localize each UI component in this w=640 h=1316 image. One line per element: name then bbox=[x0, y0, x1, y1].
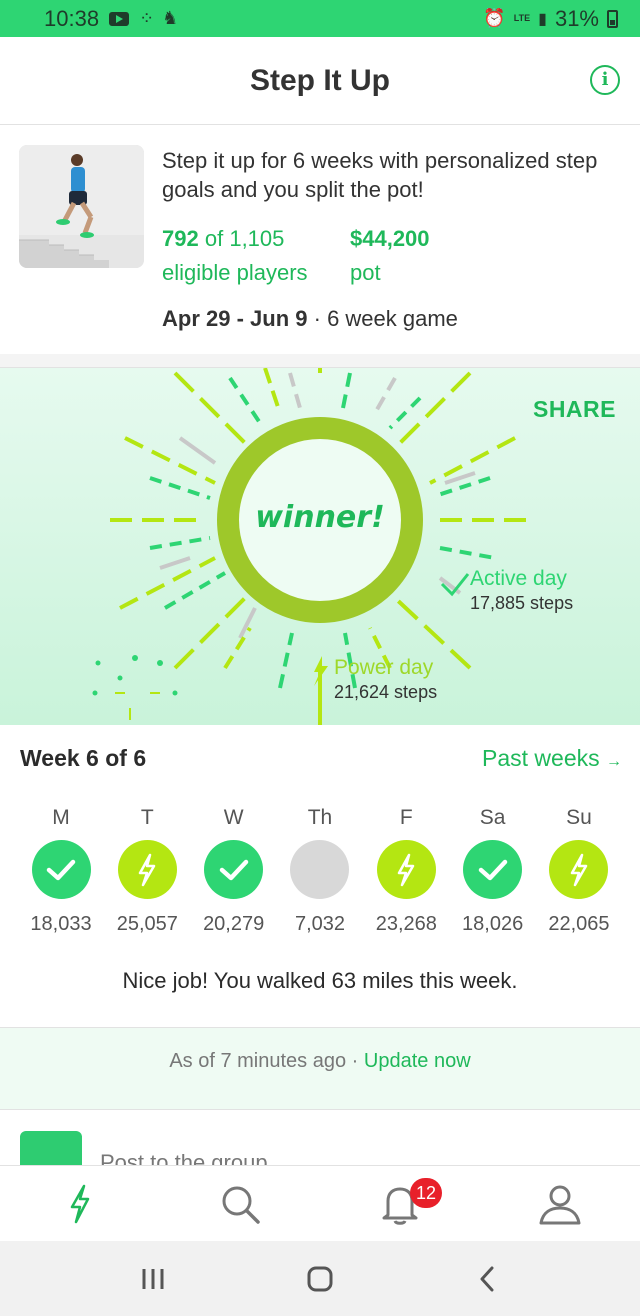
battery-icon bbox=[607, 9, 618, 28]
nav-search[interactable] bbox=[160, 1166, 320, 1241]
past-weeks-label: Past weeks bbox=[482, 745, 600, 771]
notification-icon: ♞ bbox=[162, 8, 179, 28]
day-label: W bbox=[223, 806, 244, 829]
pot-label: pot bbox=[350, 260, 381, 285]
date-range: Apr 29 - Jun 9 bbox=[162, 306, 308, 331]
active-day-steps: 17,885 steps bbox=[470, 593, 574, 613]
day-steps: 23,268 bbox=[375, 913, 437, 935]
power-day-steps: 21,624 steps bbox=[334, 682, 438, 702]
active-day-label: Active day bbox=[470, 567, 567, 590]
past-weeks-link[interactable]: Past weeks → bbox=[482, 745, 622, 772]
day-steps: 20,279 bbox=[203, 913, 265, 935]
alarm-icon: ⏰ bbox=[483, 8, 506, 28]
winner-text: winner! bbox=[255, 500, 385, 535]
bolt-icon bbox=[117, 840, 177, 899]
players-of: of bbox=[204, 226, 224, 251]
game-dates: Apr 29 - Jun 9 · 6 week game bbox=[162, 306, 458, 332]
post-placeholder: Post to the group bbox=[100, 1150, 268, 1165]
system-nav bbox=[0, 1241, 640, 1316]
update-time: As of 7 minutes ago bbox=[169, 1050, 347, 1072]
group-avatar bbox=[20, 1131, 82, 1165]
checkmark-icon bbox=[204, 840, 264, 899]
game-duration: 6 week game bbox=[327, 306, 458, 331]
status-bar: 10:38 ⁘ ♞ ⏰ LTE ▮ 31% bbox=[0, 0, 640, 37]
pot-amount: $44,200 bbox=[350, 226, 430, 251]
game-info-card: Step it up for 6 weeks with personalized… bbox=[0, 126, 640, 354]
week-days: M 18,033 T 25,057 W 20,279 Th 7,032 F 23… bbox=[18, 806, 622, 936]
game-thumbnail bbox=[19, 145, 144, 268]
checkmark-icon bbox=[31, 840, 91, 899]
day-column[interactable]: Th 7,032 bbox=[277, 806, 363, 936]
players-total: 1,105 bbox=[229, 226, 285, 251]
day-label: M bbox=[52, 806, 70, 829]
section-divider bbox=[0, 354, 640, 367]
share-button[interactable]: SHARE bbox=[533, 396, 616, 423]
home-button[interactable] bbox=[290, 1259, 350, 1299]
power-day-label: Power day bbox=[334, 656, 434, 679]
status-time: 10:38 bbox=[44, 5, 100, 31]
app-header: Step It Up i bbox=[0, 37, 640, 125]
day-steps: 7,032 bbox=[294, 913, 346, 935]
pot-stat: $44,200 pot bbox=[350, 222, 430, 290]
players-stat: 792 of 1,105 eligible players bbox=[162, 222, 308, 290]
arrow-right-icon: → bbox=[606, 753, 622, 770]
day-column[interactable]: Sa 18,026 bbox=[450, 806, 536, 936]
bottom-nav: 12 bbox=[0, 1165, 640, 1241]
day-label: T bbox=[140, 806, 154, 829]
day-label: Su bbox=[566, 806, 592, 829]
day-steps: 25,057 bbox=[116, 913, 178, 935]
day-label: Sa bbox=[479, 806, 506, 829]
battery-percent: 31% bbox=[554, 5, 599, 31]
recent-apps-button[interactable] bbox=[123, 1259, 183, 1299]
info-icon[interactable]: i bbox=[590, 65, 620, 95]
week-title: Week 6 of 6 bbox=[20, 745, 147, 771]
bolt-icon bbox=[549, 840, 609, 899]
day-column[interactable]: T 25,057 bbox=[104, 806, 190, 936]
home-icon bbox=[307, 1266, 333, 1291]
back-icon bbox=[480, 1266, 494, 1291]
recent-apps-icon bbox=[142, 1268, 164, 1289]
day-column[interactable]: M 18,033 bbox=[18, 806, 104, 936]
update-separator: · bbox=[351, 1050, 359, 1072]
signal-icon: ▮ bbox=[538, 10, 547, 28]
day-column[interactable]: Su 22,065 bbox=[536, 806, 622, 936]
day-steps: 22,065 bbox=[548, 913, 610, 935]
winner-hero: SHARE winner! Active day 17,885 steps Po… bbox=[0, 367, 640, 725]
page-title: Step It Up bbox=[250, 63, 390, 97]
day-steps: 18,026 bbox=[462, 913, 524, 935]
power-day-callout: Power day 21,624 steps bbox=[334, 656, 437, 704]
update-now-link[interactable]: Update now bbox=[364, 1050, 471, 1072]
players-label: eligible players bbox=[162, 260, 308, 285]
back-button[interactable] bbox=[457, 1259, 517, 1299]
youtube-icon bbox=[109, 11, 130, 26]
day-label: F bbox=[399, 806, 413, 829]
search-icon bbox=[222, 1186, 260, 1224]
nav-profile[interactable] bbox=[480, 1166, 640, 1241]
notifications-badge: 12 bbox=[410, 1178, 443, 1208]
week-summary: Nice job! You walked 63 miles this week. bbox=[122, 968, 518, 993]
nav-notifications[interactable]: 12 bbox=[320, 1166, 480, 1241]
profile-icon bbox=[539, 1185, 581, 1224]
lte-label: LTE bbox=[513, 13, 531, 23]
bolt-icon bbox=[376, 840, 436, 899]
bolt-icon bbox=[70, 1184, 90, 1223]
date-separator: · bbox=[313, 306, 321, 331]
fitbit-icon: ⁘ bbox=[139, 8, 154, 28]
update-bar: As of 7 minutes ago · Update now bbox=[0, 1027, 640, 1109]
checkmark-icon bbox=[463, 840, 523, 899]
post-composer[interactable]: Post to the group bbox=[0, 1109, 640, 1165]
day-label: Th bbox=[307, 806, 333, 829]
players-count: 792 bbox=[162, 226, 199, 251]
day-column[interactable]: F 23,268 bbox=[363, 806, 449, 936]
empty-day-icon bbox=[290, 840, 350, 899]
day-column[interactable]: W 20,279 bbox=[191, 806, 277, 936]
active-day-callout: Active day 17,885 steps bbox=[470, 567, 573, 615]
game-description: Step it up for 6 weeks with personalized… bbox=[162, 148, 598, 202]
nav-games[interactable] bbox=[0, 1166, 160, 1241]
day-steps: 18,033 bbox=[30, 913, 92, 935]
